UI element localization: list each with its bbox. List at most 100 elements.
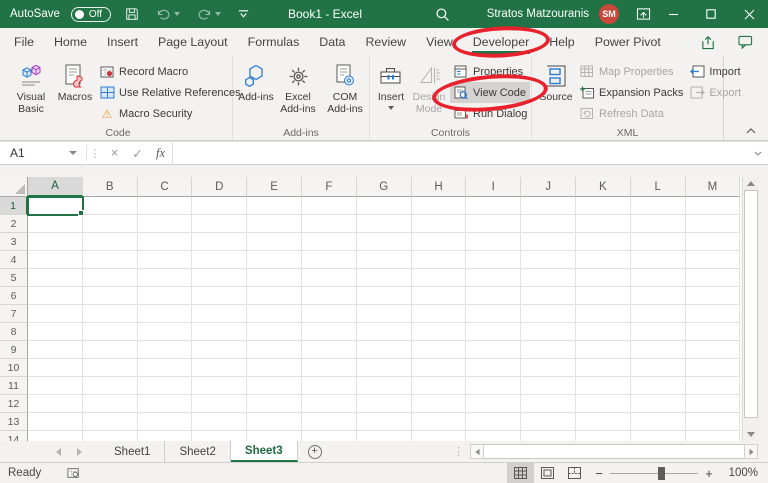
cell-B8[interactable]	[82, 323, 138, 341]
cell-M11[interactable]	[685, 377, 741, 395]
cell-K14[interactable]	[576, 431, 631, 441]
cell-I6[interactable]	[466, 287, 522, 305]
formula-input[interactable]	[172, 142, 748, 164]
cell-G4[interactable]	[356, 251, 412, 269]
row-header-3[interactable]: 3	[0, 233, 28, 251]
cell-M9[interactable]	[685, 341, 741, 359]
cell-H7[interactable]	[411, 305, 467, 323]
export-button[interactable]: Export	[686, 82, 744, 103]
cell-F11[interactable]	[301, 377, 357, 395]
cell-H3[interactable]	[411, 233, 467, 251]
cell-H2[interactable]	[411, 215, 467, 233]
cell-E2[interactable]	[247, 215, 302, 233]
source-button[interactable]: Source	[536, 58, 576, 103]
cell-F7[interactable]	[301, 305, 357, 323]
column-header-E[interactable]: E	[247, 177, 302, 197]
row-header-10[interactable]: 10	[0, 359, 28, 377]
cell-H11[interactable]	[411, 377, 467, 395]
cell-J4[interactable]	[521, 251, 576, 269]
cell-B1[interactable]	[82, 197, 138, 215]
cell-C12[interactable]	[137, 395, 193, 413]
cell-C13[interactable]	[137, 413, 193, 431]
cell-C14[interactable]	[138, 431, 193, 441]
cell-K2[interactable]	[575, 215, 631, 233]
cell-A4[interactable]	[28, 251, 83, 269]
cell-H6[interactable]	[411, 287, 467, 305]
cell-F2[interactable]	[301, 215, 357, 233]
vertical-scrollbar-thumb[interactable]	[744, 190, 758, 418]
tab-data[interactable]: Data	[309, 28, 355, 56]
cell-G6[interactable]	[356, 287, 412, 305]
row-header-13[interactable]: 13	[0, 413, 28, 431]
cell-D9[interactable]	[192, 341, 248, 359]
cell-J6[interactable]	[521, 287, 576, 305]
cell-J10[interactable]	[521, 359, 576, 377]
cell-F13[interactable]	[301, 413, 357, 431]
cell-D3[interactable]	[192, 233, 248, 251]
cell-H5[interactable]	[411, 269, 467, 287]
cell-H9[interactable]	[411, 341, 467, 359]
scroll-left-button[interactable]	[470, 444, 484, 459]
cell-F9[interactable]	[301, 341, 357, 359]
cell-M1[interactable]	[685, 197, 741, 215]
minimize-button[interactable]	[654, 0, 692, 28]
cell-C5[interactable]	[137, 269, 193, 287]
row-header-12[interactable]: 12	[0, 395, 28, 413]
search-button[interactable]	[432, 0, 453, 28]
cell-B4[interactable]	[82, 251, 138, 269]
cell-H1[interactable]	[411, 197, 467, 215]
cell-H14[interactable]	[412, 431, 467, 441]
cell-J5[interactable]	[521, 269, 576, 287]
cell-G13[interactable]	[356, 413, 412, 431]
cell-F1[interactable]	[301, 197, 357, 215]
cell-I10[interactable]	[466, 359, 522, 377]
cell-L14[interactable]	[631, 431, 686, 441]
row-header-11[interactable]: 11	[0, 377, 28, 395]
cell-C1[interactable]	[137, 197, 193, 215]
cell-E13[interactable]	[247, 413, 302, 431]
cell-A2[interactable]	[28, 215, 83, 233]
cell-I4[interactable]	[466, 251, 522, 269]
column-header-M[interactable]: M	[685, 177, 741, 197]
properties-button[interactable]: Properties	[450, 61, 530, 82]
cell-C4[interactable]	[137, 251, 193, 269]
redo-button[interactable]	[194, 0, 224, 28]
cell-D14[interactable]	[192, 431, 248, 441]
cell-M3[interactable]	[685, 233, 741, 251]
cell-G1[interactable]	[356, 197, 412, 215]
cell-B3[interactable]	[82, 233, 138, 251]
cell-F8[interactable]	[301, 323, 357, 341]
cell-A7[interactable]	[28, 305, 83, 323]
column-header-G[interactable]: G	[356, 177, 412, 197]
row-header-1[interactable]: 1	[0, 197, 28, 215]
cell-A3[interactable]	[28, 233, 83, 251]
column-header-D[interactable]: D	[192, 177, 248, 197]
scroll-down-button[interactable]	[743, 428, 759, 441]
column-header-H[interactable]: H	[411, 177, 467, 197]
tab-formulas[interactable]: Formulas	[238, 28, 310, 56]
row-header-14[interactable]: 14	[0, 431, 28, 441]
maximize-button[interactable]	[692, 0, 730, 28]
zoom-slider-handle[interactable]	[658, 466, 666, 480]
cell-I14[interactable]	[466, 431, 522, 441]
sheet-tab-sheet1[interactable]: Sheet1	[100, 441, 166, 462]
cell-H13[interactable]	[411, 413, 467, 431]
cell-E1[interactable]	[247, 197, 302, 215]
sheet-tab-sheet3[interactable]: Sheet3	[230, 441, 298, 462]
cell-A5[interactable]	[28, 269, 83, 287]
zoom-out-button[interactable]: −	[588, 466, 610, 481]
zoom-slider[interactable]	[610, 463, 698, 483]
cell-D2[interactable]	[192, 215, 248, 233]
cell-C3[interactable]	[137, 233, 193, 251]
cell-K3[interactable]	[575, 233, 631, 251]
macros-button[interactable]: Macros	[54, 58, 96, 103]
cell-L6[interactable]	[630, 287, 686, 305]
cell-C11[interactable]	[137, 377, 193, 395]
record-macro-button[interactable]: Record Macro	[96, 61, 244, 82]
cell-I1[interactable]	[466, 197, 522, 215]
column-header-K[interactable]: K	[575, 177, 631, 197]
cell-L12[interactable]	[630, 395, 686, 413]
cell-B5[interactable]	[82, 269, 138, 287]
cell-D7[interactable]	[192, 305, 248, 323]
column-header-F[interactable]: F	[301, 177, 357, 197]
